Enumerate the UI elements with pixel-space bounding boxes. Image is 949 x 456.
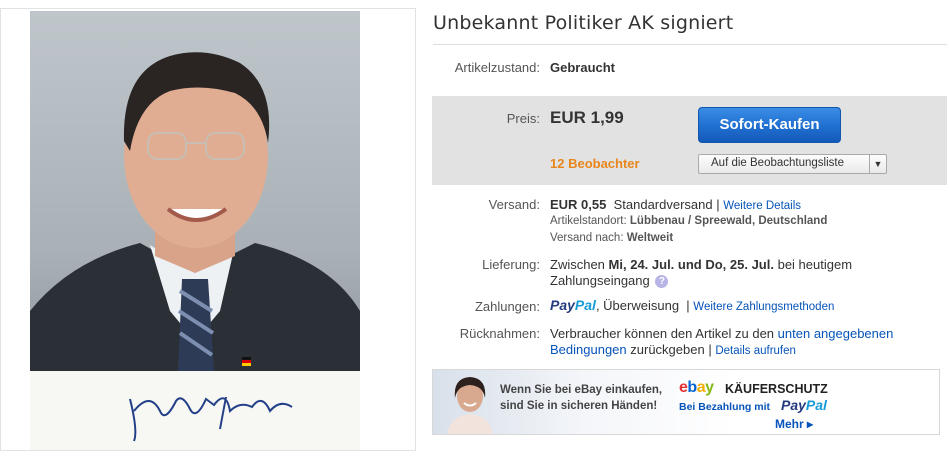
- payments-line: PayPal, Überweisung | Weitere Zahlungsme…: [550, 297, 835, 313]
- condition-value: Gebraucht: [550, 60, 616, 75]
- item-image-panel[interactable]: [0, 8, 416, 451]
- separator: |: [716, 197, 720, 212]
- payments-label: Zahlungen:: [474, 299, 540, 314]
- delivery-range: Mi, 24. Jul. und Do, 25. Jul.: [608, 257, 774, 272]
- buy-now-button[interactable]: Sofort-Kaufen: [698, 107, 841, 143]
- dropdown-arrow-icon[interactable]: ▼: [869, 155, 886, 173]
- item-title: Unbekannt Politiker AK signiert: [433, 12, 734, 34]
- help-icon[interactable]: ?: [655, 275, 669, 289]
- banner-line-1: Wenn Sie bei eBay einkaufen,: [500, 384, 663, 396]
- banner-text: Wenn Sie bei eBay einkaufen, sind Sie in…: [500, 382, 662, 414]
- delivery-suffix: bei heutigem: [777, 257, 853, 272]
- shipping-label: Versand:: [488, 197, 540, 212]
- delivery-label: Lieferung:: [482, 257, 540, 272]
- returns-conditions-link-2[interactable]: Bedingungen: [550, 342, 627, 357]
- returns-line: Verbraucher können den Artikel zu den un…: [550, 326, 893, 341]
- title-divider: [433, 44, 947, 45]
- bank-transfer: Überweisung: [603, 298, 680, 313]
- shipping-details-link[interactable]: Weitere Details: [723, 200, 801, 212]
- add-to-watchlist-button[interactable]: Auf die Beobachtungsliste ▼: [698, 154, 887, 174]
- delivery-payment-receipt: Zahlungseingang: [550, 273, 650, 288]
- shipping-line: EUR 0,55 Standardversand | Weitere Detai…: [550, 197, 801, 212]
- banner-more-link[interactable]: Mehr ▸: [775, 417, 813, 431]
- ships-to-value: Weltweit: [626, 232, 674, 244]
- shipping-method: Standardversand: [613, 197, 713, 212]
- returns-line-2: Bedingungen zurückgeben | Details aufruf…: [550, 342, 796, 357]
- returns-details-link[interactable]: Details aufrufen: [715, 345, 796, 357]
- returns-conditions-link[interactable]: unten angegebenen: [778, 326, 894, 341]
- paypal-logo: PayPal: [550, 297, 596, 313]
- shipping-cost: EUR 0,55: [550, 197, 607, 212]
- condition-label: Artikelzustand:: [454, 60, 540, 75]
- support-agent-icon: [447, 377, 493, 434]
- ships-to-line: Versand nach: Weltweit: [550, 232, 673, 244]
- watchers-count: 12 Beobachter: [550, 156, 640, 171]
- item-location-line: Artikelstandort: Lübbenau / Spreewald, D…: [550, 215, 827, 227]
- location-label: Artikelstandort:: [550, 215, 627, 227]
- buyer-protection-title: KÄUFERSCHUTZ: [725, 382, 828, 396]
- separator: |: [686, 298, 690, 313]
- watchlist-label: Auf die Beobachtungsliste: [711, 157, 844, 169]
- banner-paypal-text: Bei Bezahlung mit: [679, 401, 771, 413]
- price-value: EUR 1,99: [550, 108, 624, 127]
- location-value: Lübbenau / Spreewald, Deutschland: [629, 215, 828, 227]
- delivery-line-2: Zahlungseingang ?: [550, 273, 669, 289]
- returns-label: Rücknahmen:: [459, 326, 540, 341]
- price-label: Preis:: [506, 111, 540, 126]
- banner-paypal-logo: PayPal: [781, 397, 827, 413]
- item-photo[interactable]: [30, 11, 360, 450]
- signature-icon: [129, 396, 293, 442]
- ebay-logo: ebay: [679, 379, 714, 396]
- banner-line-2: sind Sie in sicheren Händen!: [500, 400, 658, 412]
- more-payment-methods-link[interactable]: Weitere Zahlungsmethoden: [693, 301, 834, 313]
- returns-text-2: zurückgeben: [630, 342, 705, 357]
- delivery-prefix: Zwischen: [550, 257, 605, 272]
- signature-area: [30, 371, 360, 450]
- ships-to-label: Versand nach:: [550, 232, 624, 244]
- separator: |: [708, 342, 712, 357]
- delivery-line: Zwischen Mi, 24. Jul. und Do, 25. Jul. b…: [550, 257, 852, 272]
- buyer-protection-banner[interactable]: Wenn Sie bei eBay einkaufen, sind Sie in…: [432, 369, 940, 435]
- returns-text: Verbraucher können den Artikel zu den: [550, 326, 775, 341]
